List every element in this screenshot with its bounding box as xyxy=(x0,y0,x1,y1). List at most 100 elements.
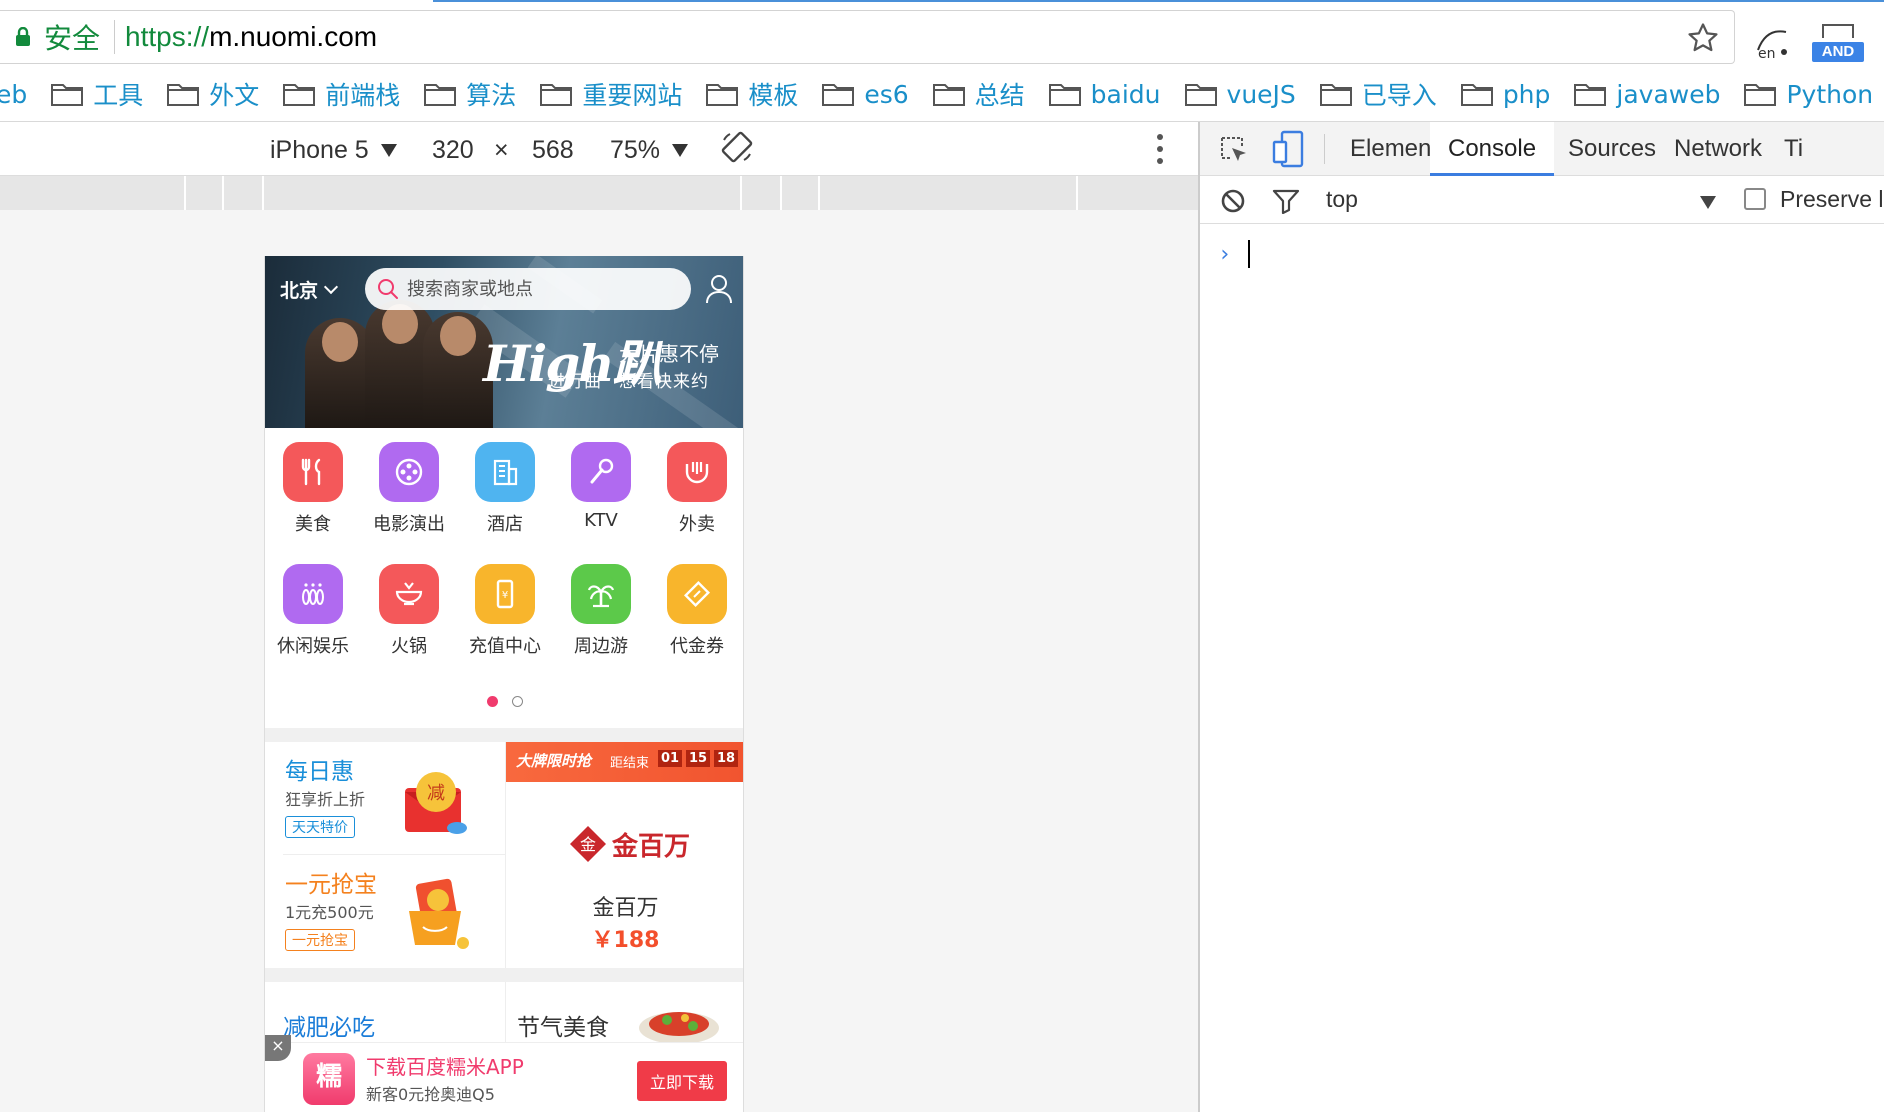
folder-icon xyxy=(1460,82,1493,106)
page-load-progress xyxy=(433,0,1884,2)
category-label: 火锅 xyxy=(391,636,427,657)
mobile-page: High趴 大片惠不停 进行曲 想看快来约 北京 美食 电影演出 xyxy=(264,256,744,1112)
bookmark-folder[interactable]: javaweb xyxy=(1574,80,1720,109)
dropdown-arrow-icon[interactable] xyxy=(1700,196,1716,209)
bookmark-folder[interactable]: 前端栈 xyxy=(283,76,400,112)
media-query-ruler[interactable] xyxy=(0,176,1198,210)
bookmark-folder[interactable]: vueJS xyxy=(1184,80,1296,109)
category-label: 酒店 xyxy=(487,514,523,535)
folder-icon xyxy=(283,82,316,106)
city-selector[interactable]: 北京 xyxy=(280,276,339,303)
section-gap xyxy=(265,968,743,982)
console-toolbar: top Preserve lo xyxy=(1200,176,1884,224)
bookmark-star-icon[interactable] xyxy=(1686,21,1720,55)
bookmark-folder[interactable]: 工具 xyxy=(51,76,143,112)
folder-icon xyxy=(424,82,457,106)
download-now-button[interactable]: 立即下载 xyxy=(637,1061,727,1101)
device-mode-icon[interactable] xyxy=(1272,130,1304,168)
flash-sale-card[interactable]: 大牌限时抢 距结束 01 15 18 金 金百万 金百万 ￥188 xyxy=(506,742,743,968)
red-envelope-icon: 减 xyxy=(403,766,469,838)
category-ktv[interactable]: KTV xyxy=(553,442,649,531)
category-leisure[interactable]: 休闲娱乐 xyxy=(265,564,361,658)
inspect-element-icon[interactable] xyxy=(1218,134,1250,166)
device-toolbar: iPhone 5 320 × 568 75% xyxy=(0,122,1198,176)
bookmark-folder[interactable]: 总结 xyxy=(932,76,1025,112)
url-text[interactable]: https://m.nuomi.com xyxy=(125,21,377,53)
device-select[interactable]: iPhone 5 xyxy=(270,136,397,165)
tab-timeline-partial[interactable]: Ti xyxy=(1766,122,1821,176)
seasonal-food-title[interactable]: 节气美食 xyxy=(517,1008,609,1042)
dropdown-arrow-icon xyxy=(380,144,397,157)
bookmark-folder[interactable]: 模板 xyxy=(706,76,798,112)
bookmark-folder[interactable]: 算法 xyxy=(424,76,516,112)
section-gap xyxy=(265,728,743,742)
more-options-icon[interactable] xyxy=(1156,134,1164,164)
folder-icon xyxy=(1048,82,1081,106)
bookmark-eb[interactable]: eb xyxy=(0,80,27,109)
folder-icon xyxy=(540,82,573,106)
address-bar[interactable]: 安全 https://m.nuomi.com xyxy=(0,10,1735,64)
folder-icon xyxy=(51,82,84,106)
search-input[interactable] xyxy=(407,278,667,300)
search-box[interactable] xyxy=(365,268,691,310)
close-icon[interactable]: × xyxy=(265,1035,291,1061)
bowling-icon xyxy=(283,564,343,624)
user-icon[interactable] xyxy=(705,274,733,304)
bookmark-folder[interactable]: 外文 xyxy=(167,76,259,112)
preserve-log-checkbox[interactable] xyxy=(1744,188,1766,210)
search-icon xyxy=(377,278,399,300)
translate-extension-icon[interactable]: en xyxy=(1752,22,1792,62)
bookmark-folder[interactable]: es6 xyxy=(822,80,909,109)
category-voucher[interactable]: 代金券 xyxy=(649,564,743,658)
category-takeout[interactable]: 外卖 xyxy=(649,442,743,536)
download-subtitle: 新客0元抢奥迪Q5 xyxy=(366,1085,495,1104)
rotate-icon[interactable] xyxy=(720,130,754,164)
omnibox-divider xyxy=(114,20,116,54)
bookmark-folder[interactable]: 重要网站 xyxy=(540,76,682,112)
device-width-input[interactable]: 320 xyxy=(432,136,474,165)
daily-deal-card[interactable]: 每日惠 狂享折上折 天天特价 减 xyxy=(265,742,505,855)
palm-tree-icon xyxy=(571,564,631,624)
category-grid: 美食 电影演出 酒店 KTV 外卖 休闲娱乐 火锅 ¥ 充值中心 周边游 代金券 xyxy=(265,442,743,702)
brand-logo: 金 金百万 xyxy=(568,824,690,864)
nuomi-app-logo: 糯 xyxy=(303,1053,355,1105)
tab-network[interactable]: Network xyxy=(1656,122,1780,176)
bookmark-folder[interactable]: baidu xyxy=(1048,80,1161,109)
daily-deal-tag: 天天特价 xyxy=(285,816,355,838)
device-height-input[interactable]: 568 xyxy=(532,136,574,165)
zoom-select[interactable]: 75% xyxy=(610,136,689,165)
one-yuan-subtitle: 1元充500元 xyxy=(285,903,374,922)
console-input[interactable] xyxy=(1248,240,1250,268)
clear-console-icon[interactable] xyxy=(1220,188,1246,214)
diet-section-title[interactable]: 减肥必吃 xyxy=(283,1008,375,1042)
folder-icon xyxy=(1744,82,1777,106)
category-nearby-travel[interactable]: 周边游 xyxy=(553,564,649,658)
category-hotel[interactable]: 酒店 xyxy=(457,442,553,536)
tab-console[interactable]: Console xyxy=(1430,122,1555,176)
bookmark-folder[interactable]: php xyxy=(1460,80,1550,109)
bookmark-folder[interactable]: Python xyxy=(1744,80,1873,109)
bookmarks-bar: eb 工具 外文 前端栈 算法 重要网站 模板 es6 总结 baidu vue… xyxy=(0,68,1884,120)
folder-icon xyxy=(932,82,965,106)
category-movie[interactable]: 电影演出 xyxy=(361,442,457,536)
category-label: 电影演出 xyxy=(373,514,445,535)
chevron-down-icon xyxy=(323,279,339,294)
category-recharge[interactable]: ¥ 充值中心 xyxy=(457,564,553,658)
carousel-dot-active[interactable] xyxy=(487,696,498,707)
bookmark-folder[interactable]: 已导入 xyxy=(1319,76,1437,112)
flash-sale-end-label: 距结束 xyxy=(610,756,650,771)
carousel-dot[interactable] xyxy=(512,696,523,707)
context-selector[interactable]: top xyxy=(1326,186,1358,213)
category-label: 美食 xyxy=(295,514,331,535)
category-label: 休闲娱乐 xyxy=(277,636,349,657)
download-app-bar[interactable]: × 糯 下载百度糯米APP 新客0元抢奥迪Q5 立即下载 xyxy=(265,1035,743,1112)
lock-icon xyxy=(12,26,34,48)
banner-line2b: 想看快来约 xyxy=(619,372,709,392)
filter-icon[interactable] xyxy=(1272,188,1300,215)
and-extension-icon[interactable]: AND xyxy=(1812,22,1864,62)
one-yuan-card[interactable]: 一元抢宝 1元充500元 一元抢宝 xyxy=(265,855,505,968)
category-label: 周边游 xyxy=(574,636,628,657)
category-hotpot[interactable]: 火锅 xyxy=(361,564,457,658)
category-food[interactable]: 美食 xyxy=(265,442,361,536)
folder-icon xyxy=(167,82,200,106)
